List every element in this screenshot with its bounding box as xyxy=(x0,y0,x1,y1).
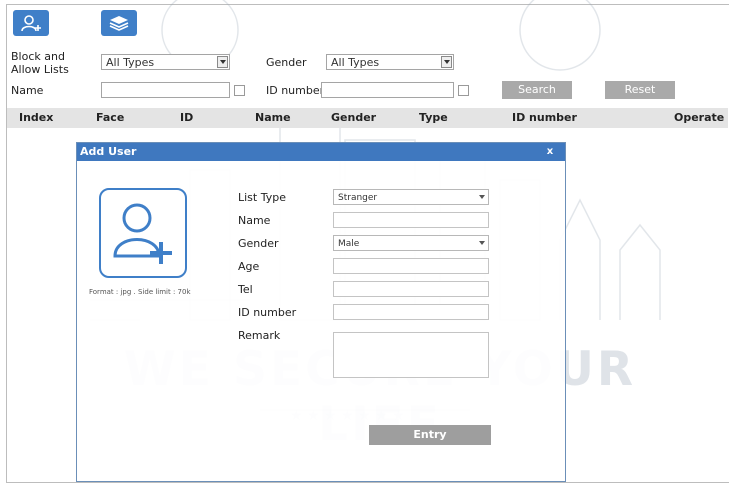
dialog-title-bar: Add User x xyxy=(77,143,565,161)
name-label: Name xyxy=(238,214,271,227)
photo-format-hint: Format : jpg . Side limit : 70k xyxy=(89,288,191,296)
entry-button[interactable]: Entry xyxy=(369,425,491,445)
photo-upload[interactable] xyxy=(99,188,187,278)
list-type-value: Stranger xyxy=(338,193,378,203)
chevron-down-icon xyxy=(441,56,452,68)
name-input[interactable] xyxy=(333,212,489,228)
name-filter-checkbox[interactable] xyxy=(234,85,245,96)
column-header-index: Index xyxy=(19,111,54,124)
name-filter-label: Name xyxy=(11,84,44,97)
search-button[interactable]: Search xyxy=(502,81,572,99)
gender-filter-label: Gender xyxy=(266,56,307,69)
table-header: Index Face ID Name Gender Type ID number… xyxy=(7,108,728,128)
tel-input[interactable] xyxy=(333,281,489,297)
age-label: Age xyxy=(238,260,260,273)
id-number-label: ID number xyxy=(238,306,297,319)
chevron-down-icon xyxy=(479,195,485,199)
column-header-gender: Gender xyxy=(331,111,377,124)
gender-filter-select[interactable]: All Types xyxy=(326,54,454,70)
column-header-id-number: ID number xyxy=(512,111,577,124)
id-number-filter-input[interactable] xyxy=(321,82,454,98)
block-allow-select[interactable]: All Types xyxy=(101,54,230,70)
close-icon[interactable]: x xyxy=(543,145,557,159)
remark-textarea[interactable] xyxy=(333,332,489,378)
list-type-select[interactable]: Stranger xyxy=(333,189,489,205)
block-allow-select-value: All Types xyxy=(106,56,155,69)
column-header-id: ID xyxy=(180,111,194,124)
column-header-type: Type xyxy=(419,111,448,124)
list-type-label: List Type xyxy=(238,191,286,204)
remark-label: Remark xyxy=(238,329,281,342)
id-number-filter-label: ID number xyxy=(266,84,325,97)
name-filter-input[interactable] xyxy=(101,82,230,98)
gender-select[interactable]: Male xyxy=(333,235,489,251)
import-list-button[interactable] xyxy=(101,10,137,36)
reset-button[interactable]: Reset xyxy=(605,81,675,99)
add-user-dialog: Add User x Format : jpg . Side limit : 7… xyxy=(76,142,566,482)
dialog-title: Add User xyxy=(80,145,137,158)
tel-label: Tel xyxy=(238,283,253,296)
chevron-down-icon xyxy=(479,241,485,245)
add-user-button[interactable] xyxy=(13,10,49,36)
add-user-icon xyxy=(21,15,41,32)
gender-value: Male xyxy=(338,239,360,249)
column-header-operate: Operate xyxy=(674,111,725,124)
id-number-input[interactable] xyxy=(333,304,489,320)
column-header-face: Face xyxy=(96,111,125,124)
layers-icon xyxy=(109,16,129,31)
column-header-name: Name xyxy=(255,111,291,124)
chevron-down-icon xyxy=(217,56,228,68)
gender-filter-select-value: All Types xyxy=(331,56,380,69)
id-number-filter-checkbox[interactable] xyxy=(458,85,469,96)
gender-label: Gender xyxy=(238,237,279,250)
block-allow-label: Block and Allow Lists xyxy=(11,50,69,76)
age-input[interactable] xyxy=(333,258,489,274)
user-upload-icon xyxy=(113,203,172,264)
